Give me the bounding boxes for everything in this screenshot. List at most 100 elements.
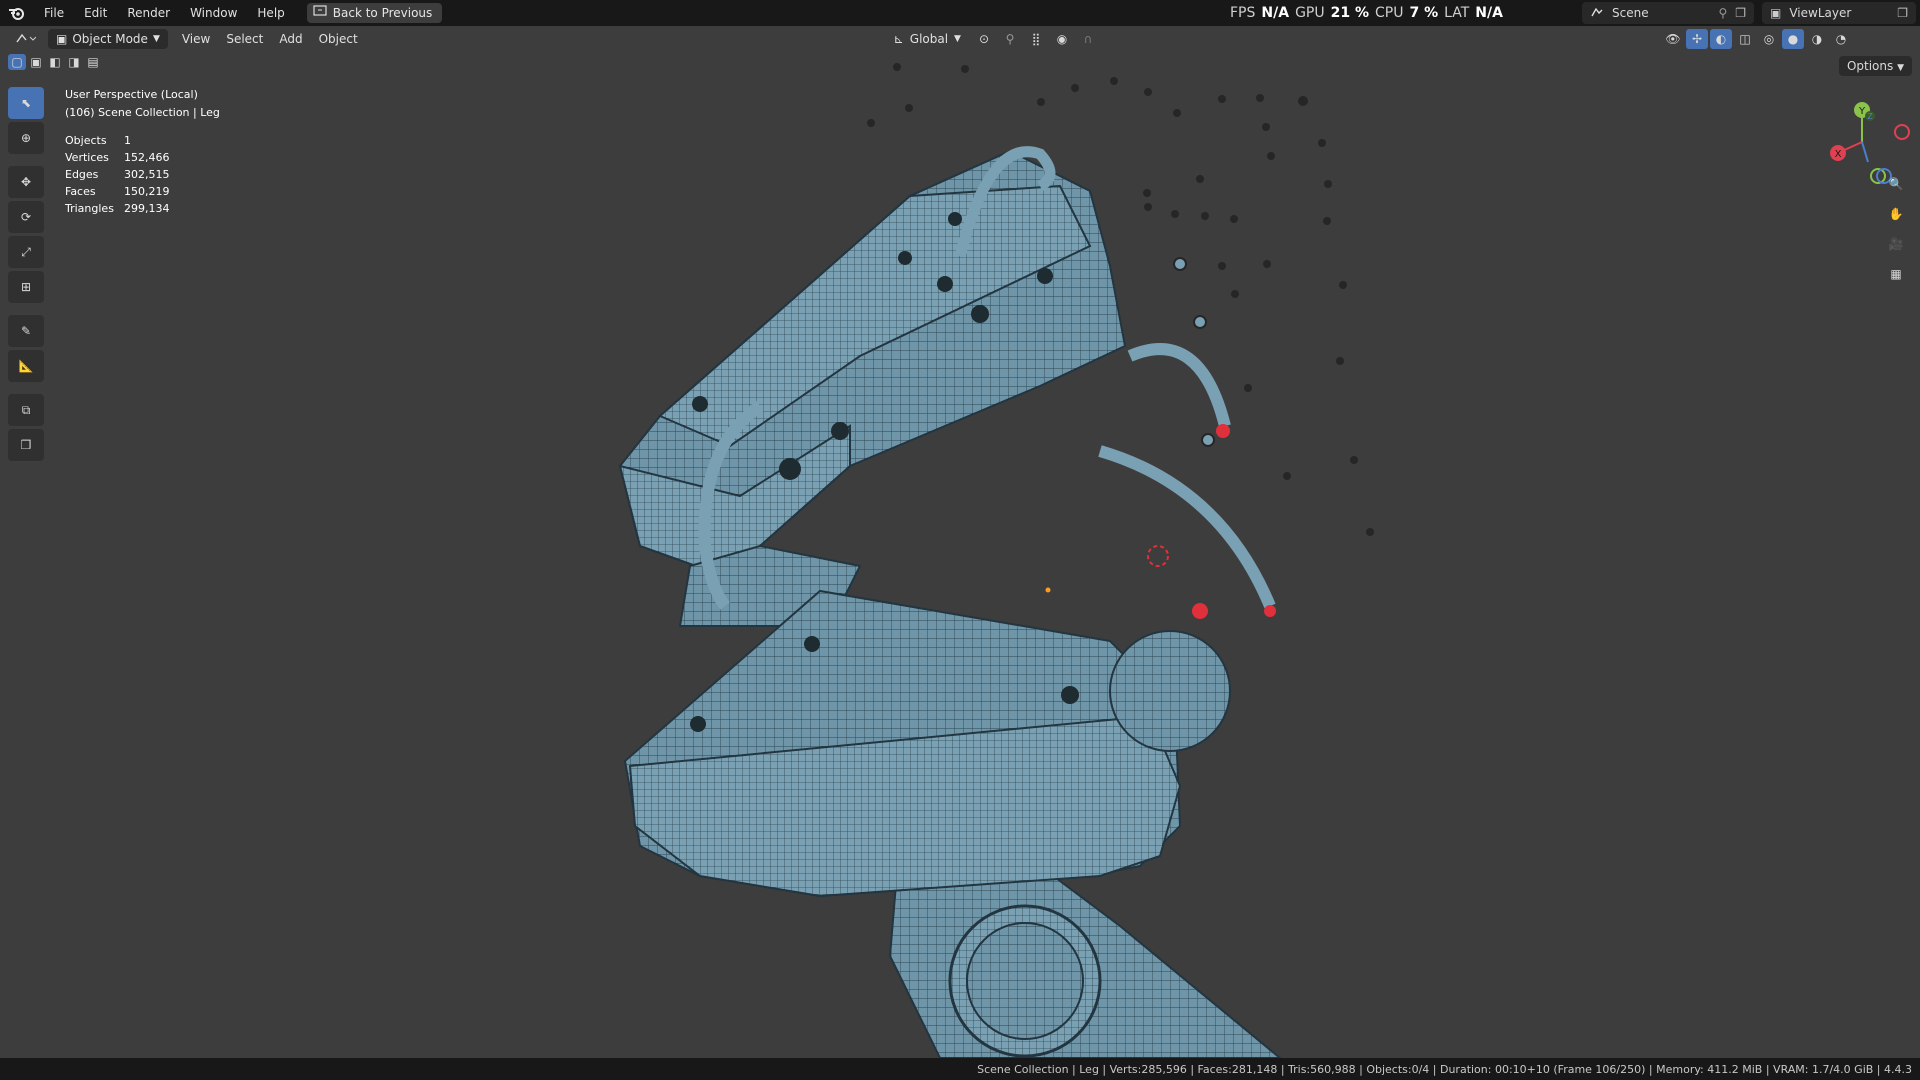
status-bar: Scene Collection | Leg | Verts:285,596 |… [0, 1058, 1920, 1080]
collection-label: (106) Scene Collection | Leg [65, 106, 220, 119]
editor-type-icon[interactable] [10, 29, 40, 49]
select-mode-group: ▢ ▣ ◧ ◨ ▤ [8, 54, 102, 70]
scene-name[interactable]: Scene [1612, 6, 1710, 20]
scene-icon [1590, 6, 1604, 21]
cube-icon: ❒ [20, 438, 32, 452]
move-tool[interactable]: ✥ [8, 166, 44, 198]
chevron-down-icon: ▼ [954, 34, 961, 44]
back-to-previous-label: Back to Previous [332, 6, 433, 20]
status-text: Scene Collection | Leg | Verts:285,596 |… [977, 1062, 1912, 1076]
mesh-cable-right-1 [1127, 343, 1231, 428]
view-layer-name[interactable]: ViewLayer [1789, 6, 1889, 20]
scene-selector[interactable]: Scene ⚲ ❐ [1582, 2, 1754, 24]
rotate-icon: ⟳ [20, 210, 32, 224]
snap-toggle-icon[interactable]: ⚲ [999, 29, 1021, 49]
new-view-layer-icon[interactable]: ❐ [1897, 6, 1908, 20]
object-mode-icon: ▣ [56, 32, 68, 46]
mesh-lower-joint-inner [966, 922, 1084, 1040]
menu-add[interactable]: Add [271, 29, 310, 49]
select-box-tool[interactable]: ⬉ [8, 87, 44, 119]
select-intersect-icon[interactable]: ▤ [84, 54, 102, 70]
menu-file[interactable]: File [34, 2, 74, 24]
wireframe-shading-icon[interactable]: ◎ [1758, 29, 1780, 49]
annotate-tool[interactable]: ✎ [8, 315, 44, 347]
menu-object[interactable]: Object [311, 29, 366, 49]
chevron-down-icon: ▼ [1897, 63, 1904, 73]
solid-shading-icon[interactable]: ● [1782, 29, 1804, 49]
menu-window[interactable]: Window [180, 2, 247, 24]
stat-value: 302,515 [124, 168, 170, 181]
stat-label: Edges [65, 168, 99, 181]
mesh-cable-right-2 [1098, 445, 1276, 609]
proportional-edit-icon[interactable]: ◉ [1051, 29, 1073, 49]
mesh-cable-end-red [1192, 603, 1208, 619]
transform-orientation-dropdown[interactable]: ⊾ Global ▼ [886, 29, 969, 49]
new-scene-icon[interactable]: ❐ [1735, 6, 1746, 20]
pin-icon[interactable]: ⚲ [1718, 6, 1727, 20]
stat-row: Vertices 152,466 [65, 149, 170, 166]
3d-cursor[interactable] [1147, 545, 1169, 567]
move-arrows-icon: ✥ [20, 175, 32, 189]
screen-icon [313, 3, 327, 23]
visibility-icon[interactable]: 👁 [1662, 29, 1684, 49]
object-origin [1045, 587, 1051, 593]
menu-render[interactable]: Render [117, 2, 180, 24]
viewport-info: User Perspective (Local) (106) Scene Col… [65, 86, 220, 122]
stat-label: Objects [65, 134, 107, 147]
pivot-point-icon[interactable]: ⊙ [973, 29, 995, 49]
menu-help[interactable]: Help [247, 2, 294, 24]
select-subtract-icon[interactable]: ◧ [46, 54, 64, 70]
orientation-axes-icon: ⊾ [893, 32, 904, 46]
select-invert-icon[interactable]: ◨ [65, 54, 83, 70]
select-extend-icon[interactable]: ▣ [27, 54, 45, 70]
stat-value: 150,219 [124, 185, 170, 198]
stat-label: Triangles [65, 202, 114, 215]
mesh-object-leg[interactable] [0, 26, 1920, 1058]
snap-target-icon[interactable]: ⣿ [1025, 29, 1047, 49]
gpu-label: GPU [1295, 5, 1325, 21]
transform-tool[interactable]: ⊞ [8, 271, 44, 303]
menu-edit[interactable]: Edit [74, 2, 117, 24]
back-to-previous-button[interactable]: Back to Previous [306, 3, 443, 23]
falloff-icon[interactable]: ∩ [1077, 29, 1099, 49]
view-layer-selector[interactable]: ▣ ViewLayer ❐ [1762, 2, 1916, 24]
scale-tool[interactable]: ⤢ [8, 236, 44, 268]
3d-viewport[interactable]: ▣ Object Mode ▼ View Select Add Object ⊾… [0, 26, 1920, 1058]
cursor-arrow-icon: ⬉ [20, 96, 32, 110]
grid-perspective-icon[interactable]: ▦ [1882, 260, 1910, 288]
viewport-navigation: 🔍 ✋ 🎥 ▦ [1882, 170, 1912, 290]
menu-view[interactable]: View [174, 29, 218, 49]
gizmo-toggle-icon[interactable]: ✢ [1686, 29, 1708, 49]
add-cube-tool[interactable]: ⧉ [8, 394, 44, 426]
cpu-label: CPU [1375, 5, 1404, 21]
cursor-tool[interactable]: ⊕ [8, 122, 44, 154]
cube-add-icon: ⧉ [21, 402, 31, 417]
overlay-toggle-icon[interactable]: ◐ [1710, 29, 1732, 49]
gizmo-y-label: Y [1858, 106, 1866, 117]
material-shading-icon[interactable]: ◑ [1806, 29, 1828, 49]
zoom-icon[interactable]: 🔍 [1882, 170, 1910, 198]
stat-row: Objects 1 [65, 132, 170, 149]
stat-label: Vertices [65, 151, 109, 164]
scale-icon: ⤢ [21, 244, 31, 259]
mesh-knee-joint [1109, 630, 1231, 752]
pan-hand-icon[interactable]: ✋ [1882, 200, 1910, 228]
mode-label: Object Mode [72, 32, 148, 46]
measure-tool[interactable]: 📐 [8, 350, 44, 382]
rendered-shading-icon[interactable]: ◔ [1830, 29, 1852, 49]
rotate-tool[interactable]: ⟳ [8, 201, 44, 233]
menu-select[interactable]: Select [218, 29, 271, 49]
crosshair-icon: ⊕ [20, 131, 32, 145]
orientation-label: Global [909, 32, 949, 46]
xray-toggle-icon[interactable]: ◫ [1734, 29, 1756, 49]
mode-dropdown[interactable]: ▣ Object Mode ▼ [48, 29, 168, 49]
options-dropdown[interactable]: Options ▼ [1838, 56, 1912, 76]
extrude-tool[interactable]: ❒ [8, 429, 44, 461]
select-new-icon[interactable]: ▢ [8, 54, 26, 70]
transform-icon: ⊞ [20, 280, 32, 294]
cpu-value: 7 % [1409, 5, 1439, 21]
camera-icon[interactable]: 🎥 [1882, 230, 1910, 258]
perspective-label: User Perspective (Local) [65, 88, 198, 101]
blender-logo-icon[interactable] [0, 0, 34, 26]
gizmo-neg-x[interactable] [1894, 124, 1910, 140]
